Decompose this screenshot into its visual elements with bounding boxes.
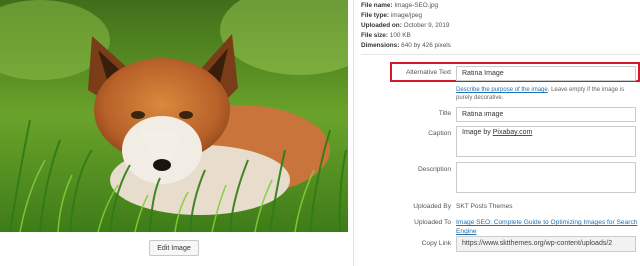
file-name-value: Image-SEO.jpg xyxy=(394,2,439,9)
description-textarea[interactable] xyxy=(456,162,636,193)
uploaded-to-label: Uploaded To xyxy=(414,219,451,226)
fox-photo-illustration xyxy=(0,0,348,232)
alt-text-input[interactable] xyxy=(456,66,636,81)
caption-textarea[interactable]: Image by Pixabay.com xyxy=(456,126,636,157)
alt-text-label: Alternative Text xyxy=(406,69,451,76)
attachment-preview: Edit Image xyxy=(0,0,352,266)
description-label: Description xyxy=(418,166,451,173)
file-type-value: image/jpeg xyxy=(390,12,423,19)
file-size-label: File size: xyxy=(361,32,388,39)
edit-image-button[interactable]: Edit Image xyxy=(149,240,199,256)
panel-divider xyxy=(353,0,354,266)
uploaded-on-label: Uploaded on: xyxy=(361,22,402,29)
details-separator xyxy=(361,54,640,55)
file-info: File name: Image-SEO.jpg File type: imag… xyxy=(361,1,451,51)
file-name-label: File name: xyxy=(361,2,393,9)
uploaded-on-row: Uploaded on: October 9, 2019 xyxy=(361,21,451,31)
uploaded-by-label: Uploaded By xyxy=(413,203,451,210)
file-name-row: File name: Image-SEO.jpg xyxy=(361,1,451,11)
alt-text-help-link[interactable]: Describe the purpose of the image xyxy=(456,87,548,93)
uploaded-to-link[interactable]: Image SEO: Complete Guide to Optimizing … xyxy=(456,218,638,236)
copy-link-field[interactable]: https://www.sktthemes.org/wp-content/upl… xyxy=(456,236,636,252)
dimensions-label: Dimensions: xyxy=(361,42,400,49)
file-type-label: File type: xyxy=(361,12,390,19)
alt-text-help: Describe the purpose of the image. Leave… xyxy=(456,86,638,102)
caption-label: Caption xyxy=(428,130,451,137)
title-label: Title xyxy=(438,110,451,117)
file-size-value: 100 KB xyxy=(389,32,411,39)
file-size-row: File size: 100 KB xyxy=(361,31,451,41)
attachment-details: File name: Image-SEO.jpg File type: imag… xyxy=(361,0,640,266)
uploaded-on-value: October 9, 2019 xyxy=(403,22,450,29)
caption-link-text: Pixabay.com xyxy=(492,129,533,136)
caption-prefix: Image by xyxy=(462,129,493,136)
fox-image xyxy=(0,0,348,232)
title-input[interactable] xyxy=(456,107,636,122)
dimensions-value: 640 by 426 pixels xyxy=(401,42,451,49)
dimensions-row: Dimensions: 640 by 426 pixels xyxy=(361,41,451,51)
file-type-row: File type: image/jpeg xyxy=(361,11,451,21)
uploaded-by-value: SKT Posts Themes xyxy=(456,203,513,210)
copy-link-label: Copy Link xyxy=(421,240,451,247)
